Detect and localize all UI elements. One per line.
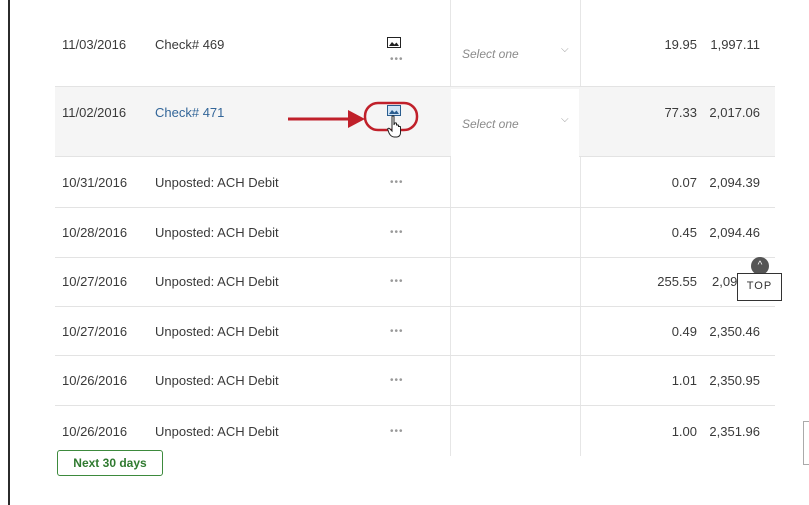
category-dropdown[interactable]: Select one ⌵: [451, 18, 579, 87]
table-row[interactable]: 10/26/2016 Unposted: ACH Debit ••• 1.00 …: [55, 406, 775, 456]
chevron-down-icon: ⌵: [561, 114, 569, 125]
check-image-icon[interactable]: [387, 37, 401, 48]
row-amount: 1.00: [671, 424, 697, 439]
next-30-days-button[interactable]: Next 30 days: [57, 450, 163, 476]
table-row[interactable]: 10/26/2016 Unposted: ACH Debit ••• 1.01 …: [55, 356, 775, 406]
table-row[interactable]: 11/03/2016 Check# 469 ••• 19.95 1,997.11: [55, 0, 775, 87]
row-description: Unposted: ACH Debit: [155, 324, 279, 339]
row-menu-icon[interactable]: •••: [390, 326, 404, 337]
row-balance: 2,350.95: [709, 373, 760, 388]
row-menu-icon[interactable]: •••: [390, 426, 404, 437]
table-row[interactable]: 10/27/2016 Unposted: ACH Debit ••• 0.49 …: [55, 307, 775, 356]
hand-cursor-icon: [387, 115, 401, 138]
row-description: Unposted: ACH Debit: [155, 373, 279, 388]
row-amount: 1.01: [671, 373, 697, 388]
row-amount: 255.55: [657, 274, 697, 289]
row-menu-icon[interactable]: •••: [390, 276, 404, 287]
scrollbar-edge[interactable]: [803, 421, 809, 465]
row-description: Unposted: ACH Debit: [155, 225, 279, 240]
row-menu-icon[interactable]: •••: [390, 177, 404, 188]
annotation-arrow: [288, 101, 419, 132]
row-balance: 2,017.06: [709, 105, 760, 120]
chevron-down-icon: ⌵: [561, 44, 569, 55]
row-balance: 2,094.46: [709, 225, 760, 240]
category-select-value: Select one: [462, 47, 519, 61]
back-to-top-button[interactable]: ^ TOP: [737, 257, 782, 301]
row-balance: 2,094.39: [709, 175, 760, 190]
row-description: Unposted: ACH Debit: [155, 424, 279, 439]
transactions-table: 11/03/2016 Check# 469 ••• 19.95 1,997.11…: [40, 0, 775, 456]
window-border: [8, 0, 10, 505]
row-balance: 1,997.11: [710, 37, 760, 52]
category-dropdown[interactable]: Select one ⌵: [451, 89, 579, 157]
row-amount: 0.49: [671, 324, 697, 339]
table-row[interactable]: 10/28/2016 Unposted: ACH Debit ••• 0.45 …: [55, 208, 775, 258]
row-amount: 19.95: [664, 37, 697, 52]
row-amount: 0.45: [671, 225, 697, 240]
row-amount: 0.07: [671, 175, 697, 190]
row-date: 10/27/2016: [62, 324, 128, 339]
row-date: 11/03/2016: [62, 37, 127, 52]
row-date: 10/31/2016: [62, 175, 128, 190]
top-label: TOP: [737, 273, 782, 301]
row-menu-icon[interactable]: •••: [390, 375, 404, 386]
row-menu-icon[interactable]: •••: [390, 227, 404, 238]
row-date: 11/02/2016: [62, 105, 127, 120]
table-row[interactable]: 10/27/2016 Unposted: ACH Debit ••• 255.5…: [55, 258, 775, 307]
row-menu-icon[interactable]: •••: [390, 54, 404, 65]
row-balance: 2,351.96: [709, 424, 760, 439]
row-description: Unposted: ACH Debit: [155, 175, 279, 190]
row-description: Check# 469: [155, 37, 225, 52]
category-select-value: Select one: [462, 117, 519, 131]
row-balance: 2,350.46: [709, 324, 760, 339]
row-description-link[interactable]: Check# 471: [155, 105, 224, 120]
table-row[interactable]: 10/31/2016 Unposted: ACH Debit ••• 0.07 …: [55, 157, 775, 208]
row-date: 10/27/2016: [62, 274, 128, 289]
row-date: 10/26/2016: [62, 424, 128, 439]
row-date: 10/28/2016: [62, 225, 128, 240]
row-description: Unposted: ACH Debit: [155, 274, 279, 289]
row-date: 10/26/2016: [62, 373, 128, 388]
row-amount: 77.33: [664, 105, 697, 120]
